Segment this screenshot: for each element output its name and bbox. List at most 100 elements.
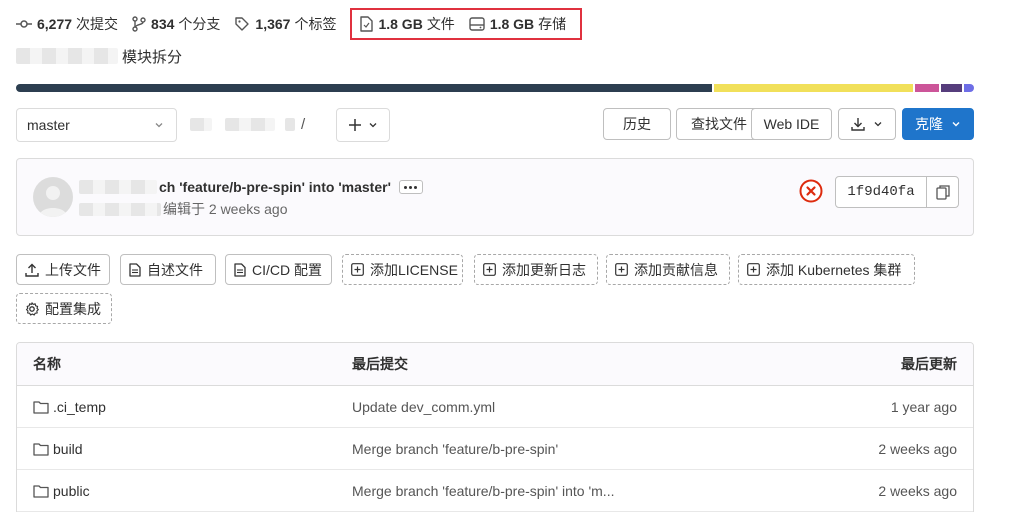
commit-title[interactable]: ch 'feature/b-pre-spin' into 'master' (79, 179, 423, 195)
cicd-config-button[interactable]: CI/CD 配置 (225, 254, 332, 285)
language-segment[interactable] (964, 84, 974, 92)
history-button[interactable]: 历史 (603, 108, 671, 140)
copy-icon (935, 184, 950, 200)
commit-sha[interactable]: 1f9d40fa (836, 177, 927, 207)
commit-icon (16, 20, 32, 28)
add-changelog-button[interactable]: 添加更新日志 (474, 254, 598, 285)
project-stats: 6,277 次提交 834 个分支 1,367 个标签 1.8 GB 文件 1.… (16, 8, 583, 40)
file-name: build (53, 440, 83, 457)
redacted-text (225, 118, 275, 131)
tags-label: 个标签 (294, 16, 337, 32)
configure-integrations-label: 配置集成 (45, 300, 101, 317)
chevron-down-icon (874, 122, 882, 127)
clone-dropdown-button[interactable]: 克隆 (902, 108, 974, 140)
file-name-cell[interactable]: public (33, 470, 90, 511)
folder-icon (33, 484, 49, 498)
file-name-cell[interactable]: .ci_temp (33, 386, 106, 427)
table-row[interactable]: build Merge branch 'feature/b-pre-spin' … (17, 428, 973, 470)
header-name: 名称 (33, 356, 61, 372)
storage-icon (469, 17, 485, 31)
configure-integrations-button[interactable]: 配置集成 (16, 293, 112, 324)
document-icon (234, 262, 246, 277)
add-contributing-button[interactable]: 添加贡献信息 (606, 254, 730, 285)
commit-meta: 编辑于 2 weeks ago (79, 199, 288, 219)
find-file-button[interactable]: 查找文件 (676, 108, 762, 140)
tag-icon (235, 17, 250, 31)
last-update-time: 2 weeks ago (878, 440, 957, 457)
plus-square-icon (747, 263, 760, 276)
project-description: 模块拆分 (16, 46, 182, 66)
table-row[interactable]: .ci_temp Update dev_comm.yml 1 year ago (17, 386, 973, 428)
last-commit-link[interactable]: Merge branch 'feature/b-pre-spin' into '… (352, 470, 614, 511)
last-update-time: 1 year ago (890, 398, 957, 415)
breadcrumb: / (190, 116, 305, 133)
file-name-cell[interactable]: build (33, 428, 83, 469)
add-kubernetes-button[interactable]: 添加 Kubernetes 集群 (738, 254, 915, 285)
storage-stat[interactable]: 1.8 GB 存储 (469, 14, 566, 34)
language-segment[interactable] (16, 84, 713, 92)
commit-sha-group: 1f9d40fa (835, 176, 959, 208)
last-commit-link[interactable]: Update dev_comm.yml (352, 386, 495, 427)
clone-label: 克隆 (915, 116, 943, 132)
redacted-text (190, 118, 212, 131)
language-segment[interactable] (914, 84, 939, 92)
download-icon (851, 118, 865, 131)
cicd-config-label: CI/CD 配置 (252, 261, 322, 278)
plus-square-icon (351, 263, 364, 276)
upload-icon (25, 263, 39, 277)
branch-name: master (27, 117, 70, 133)
storage-highlight-box: 1.8 GB 文件 1.8 GB 存储 (350, 8, 583, 40)
redacted-text (79, 180, 157, 194)
upload-file-button[interactable]: 上传文件 (16, 254, 110, 285)
commits-count: 6,277 (37, 16, 73, 32)
chevron-down-icon (952, 122, 960, 127)
table-row[interactable]: public Merge branch 'feature/b-pre-spin'… (17, 470, 973, 512)
branches-stat[interactable]: 834 个分支 (132, 14, 220, 34)
file-icon (360, 16, 374, 32)
gear-icon (25, 301, 39, 316)
folder-icon (33, 400, 49, 414)
header-last-commit: 最后提交 (352, 356, 408, 372)
add-kubernetes-label: 添加 Kubernetes 集群 (766, 261, 902, 278)
redacted-text (79, 202, 161, 216)
branch-selector[interactable]: master (16, 108, 177, 142)
file-name: .ci_temp (53, 398, 106, 415)
chevron-down-icon (155, 123, 163, 128)
language-segment[interactable] (714, 84, 913, 92)
storage-size: 1.8 GB (489, 16, 535, 32)
chevron-down-icon (369, 123, 377, 128)
expand-commit-button[interactable] (398, 180, 423, 194)
file-name: public (53, 482, 90, 499)
add-changelog-label: 添加更新日志 (502, 261, 586, 278)
redacted-text (285, 118, 295, 131)
plus-square-icon (483, 263, 496, 276)
upload-file-label: 上传文件 (45, 261, 101, 278)
user-avatar-icon (39, 186, 67, 217)
branches-count: 834 (151, 16, 175, 32)
repository-language-bar[interactable] (16, 84, 974, 92)
download-dropdown-button[interactable] (838, 108, 896, 140)
pipeline-failed-icon[interactable] (799, 179, 823, 203)
avatar[interactable] (33, 177, 73, 217)
files-size: 1.8 GB (378, 16, 423, 32)
language-segment[interactable] (940, 84, 963, 92)
header-last-update: 最后更新 (901, 356, 957, 372)
commits-stat[interactable]: 6,277 次提交 (16, 14, 118, 34)
tags-count: 1,367 (255, 16, 291, 32)
readme-button[interactable]: 自述文件 (120, 254, 216, 285)
tags-stat[interactable]: 1,367 个标签 (234, 14, 336, 34)
web-ide-button[interactable]: Web IDE (751, 108, 832, 140)
commit-time: 编辑于 2 weeks ago (163, 201, 288, 217)
files-label: 文件 (426, 16, 455, 32)
add-dropdown-button[interactable] (336, 108, 390, 142)
file-tree-table: 名称 最后提交 最后更新 .ci_temp Update dev_comm.ym… (16, 342, 974, 512)
copy-sha-button[interactable] (927, 184, 958, 200)
document-icon (129, 262, 141, 277)
last-commit-panel: ch 'feature/b-pre-spin' into 'master' 编辑… (16, 158, 974, 236)
files-stat[interactable]: 1.8 GB 文件 (360, 14, 455, 34)
description-suffix: 模块拆分 (122, 48, 183, 66)
last-commit-link[interactable]: Merge branch 'feature/b-pre-spin' (352, 428, 558, 469)
plus-square-icon (615, 263, 628, 276)
commits-label: 次提交 (76, 16, 119, 32)
add-license-button[interactable]: 添加LICENSE (342, 254, 463, 285)
